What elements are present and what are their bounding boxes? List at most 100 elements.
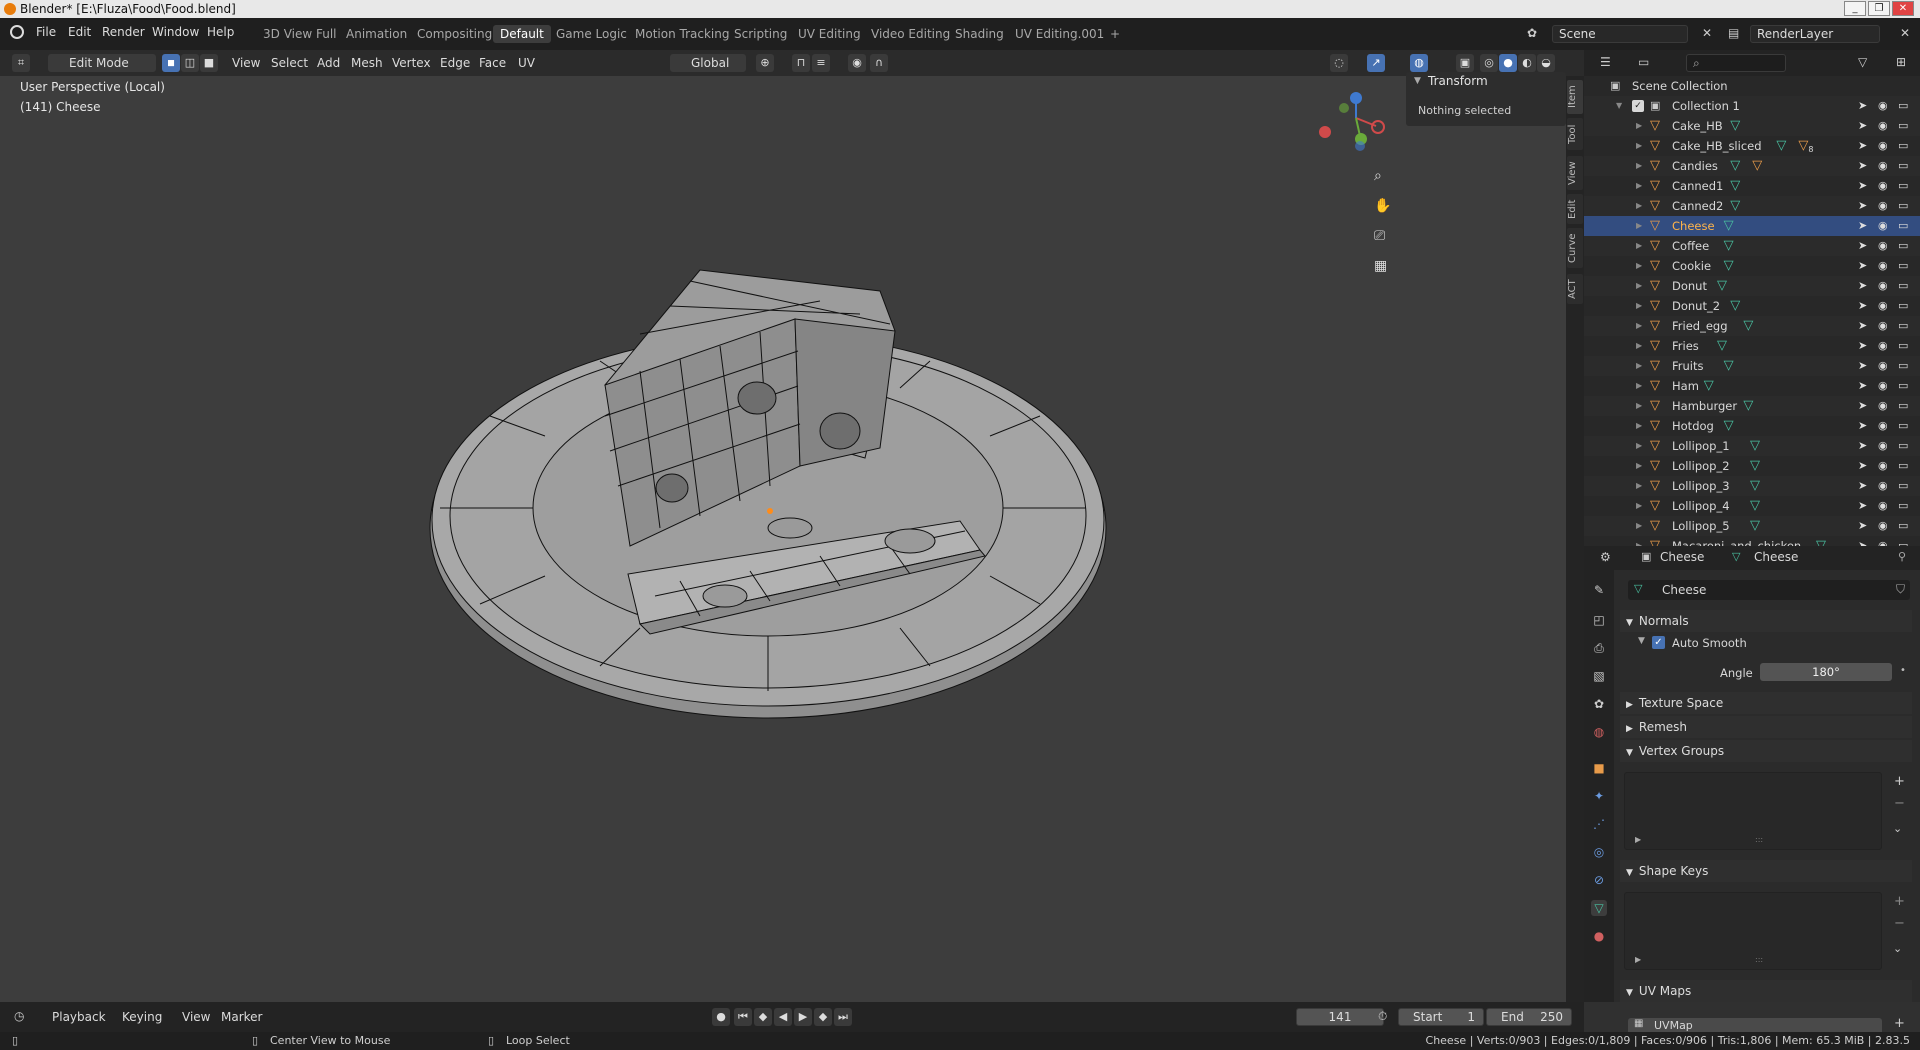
monitor-icon[interactable]: ▭	[1898, 196, 1908, 216]
add-workspace-button[interactable]: +	[1103, 25, 1127, 43]
editor-type-icon[interactable]: ⌗	[12, 54, 30, 72]
eye-icon[interactable]: ◉	[1878, 376, 1888, 396]
tool-tab-icon[interactable]: ✎	[1591, 582, 1607, 598]
mesh-data-icon[interactable]: ▽	[1776, 139, 1788, 152]
collection-checkbox[interactable]: ✓	[1632, 100, 1644, 112]
close-window-button[interactable]: ✕	[1892, 1, 1914, 16]
material-icon[interactable]: ▽	[1752, 159, 1764, 172]
mesh-data-icon[interactable]: ▽	[1750, 459, 1762, 472]
monitor-icon[interactable]: ▭	[1898, 216, 1908, 236]
material-tab-icon[interactable]: ●	[1591, 928, 1607, 944]
expand-triangle-icon[interactable]: ▶	[1636, 516, 1642, 536]
tab-3d-view-full[interactable]: 3D View Full	[256, 25, 344, 43]
play-icon[interactable]: ▶	[794, 1008, 812, 1026]
end-frame-field[interactable]: End 250	[1486, 1008, 1572, 1026]
monitor-icon[interactable]: ▭	[1898, 396, 1908, 416]
expand-triangle-icon[interactable]: ▶	[1636, 436, 1642, 456]
face-select-icon[interactable]: ■	[200, 54, 218, 72]
select-arrow-icon[interactable]: ➤	[1858, 296, 1867, 316]
eye-icon[interactable]: ◉	[1878, 96, 1888, 116]
eye-icon[interactable]: ◉	[1878, 496, 1888, 516]
select-arrow-icon[interactable]: ➤	[1858, 316, 1867, 336]
menu-face[interactable]: Face	[479, 56, 506, 70]
world-tab-icon[interactable]: ◍	[1591, 724, 1607, 740]
tab-uv-editing-001[interactable]: UV Editing.001	[1008, 25, 1111, 43]
select-arrow-icon[interactable]: ➤	[1858, 96, 1867, 116]
outliner-item-candies[interactable]: ▶ ▽ Candies ▽ ▽ ➤ ◉ ▭	[1584, 156, 1920, 176]
expand-triangle-icon[interactable]: ▶	[1636, 216, 1642, 236]
outliner-item-fruits[interactable]: ▶ ▽ Fruits ▽ ➤ ◉ ▭	[1584, 356, 1920, 376]
menu-view[interactable]: View	[232, 56, 260, 70]
eye-icon[interactable]: ◉	[1878, 276, 1888, 296]
tab-video-editing[interactable]: Video Editing	[864, 25, 957, 43]
expand-triangle-icon[interactable]: ▶	[1636, 316, 1642, 336]
menu-select[interactable]: Select	[271, 56, 308, 70]
monitor-icon[interactable]: ▭	[1898, 296, 1908, 316]
physics-tab-icon[interactable]: ◎	[1591, 844, 1607, 860]
eye-icon[interactable]: ◉	[1878, 476, 1888, 496]
menu-keying[interactable]: Keying	[122, 1010, 162, 1024]
modifier-tab-icon[interactable]: ✦	[1591, 788, 1607, 804]
jump-start-icon[interactable]: ⏮	[734, 1008, 752, 1026]
monitor-icon[interactable]: ▭	[1898, 376, 1908, 396]
rendered-shading-icon[interactable]: ◒	[1537, 54, 1555, 72]
monitor-icon[interactable]: ▭	[1898, 336, 1908, 356]
select-arrow-icon[interactable]: ➤	[1858, 456, 1867, 476]
eye-icon[interactable]: ◉	[1878, 456, 1888, 476]
ortho-grid-icon[interactable]: ▦	[1374, 258, 1392, 276]
mesh-data-icon[interactable]: ▽	[1724, 259, 1736, 272]
tab-compositing[interactable]: Compositing	[410, 25, 499, 43]
remove-vertex-group-icon[interactable]: −	[1894, 796, 1905, 811]
expand-triangle-icon[interactable]: ▶	[1636, 336, 1642, 356]
mesh-data-icon[interactable]: ▽	[1730, 199, 1742, 212]
shape-key-menu-icon[interactable]: ⌄	[1893, 942, 1902, 955]
select-arrow-icon[interactable]: ➤	[1858, 376, 1867, 396]
outliner-item-donut[interactable]: ▶ ▽ Donut ▽ ➤ ◉ ▭	[1584, 276, 1920, 296]
auto-smooth-triangle-icon[interactable]: ▼	[1638, 636, 1645, 646]
select-arrow-icon[interactable]: ➤	[1858, 136, 1867, 156]
eye-icon[interactable]: ◉	[1878, 116, 1888, 136]
menu-vertex[interactable]: Vertex	[392, 56, 431, 70]
collapse-triangle-icon[interactable]: ▼	[1414, 76, 1421, 86]
expand-triangle-icon[interactable]: ▶	[1636, 256, 1642, 276]
outliner-item-fries[interactable]: ▶ ▽ Fries ▽ ➤ ◉ ▭	[1584, 336, 1920, 356]
display-mode-icon[interactable]: ▭	[1638, 55, 1649, 69]
next-keyframe-icon[interactable]: ◆	[814, 1008, 832, 1026]
eye-icon[interactable]: ◉	[1878, 516, 1888, 536]
expand-triangle-icon[interactable]: ▶	[1636, 236, 1642, 256]
list-options-triangle-icon[interactable]: ▶	[1635, 955, 1641, 964]
menu-uv[interactable]: UV	[518, 56, 535, 70]
fake-user-shield-icon[interactable]: ⛉	[1896, 582, 1905, 597]
outliner-item-coffee[interactable]: ▶ ▽ Coffee ▽ ➤ ◉ ▭	[1584, 236, 1920, 256]
eye-icon[interactable]: ◉	[1878, 396, 1888, 416]
tab-curve[interactable]: Curve	[1567, 228, 1583, 268]
menu-window[interactable]: Window	[152, 25, 199, 39]
eye-icon[interactable]: ◉	[1878, 156, 1888, 176]
monitor-icon[interactable]: ▭	[1898, 136, 1908, 156]
outliner-item-hamburger[interactable]: ▶ ▽ Hamburger ▽ ➤ ◉ ▭	[1584, 396, 1920, 416]
eye-icon[interactable]: ◉	[1878, 176, 1888, 196]
record-icon[interactable]: ●	[712, 1008, 730, 1026]
outliner-item-cookie[interactable]: ▶ ▽ Cookie ▽ ➤ ◉ ▭	[1584, 256, 1920, 276]
outliner-item-cheese[interactable]: ▶ ▽ Cheese ▽ ➤ ◉ ▭	[1584, 216, 1920, 236]
menu-edit[interactable]: Edit	[68, 25, 91, 39]
close-renderlayer-icon[interactable]: ✕	[1900, 26, 1910, 40]
tab-view[interactable]: View	[1567, 156, 1583, 190]
outliner-search-input[interactable]: ⌕	[1686, 54, 1786, 72]
output-tab-icon[interactable]: ⎙	[1591, 640, 1607, 656]
mesh-data-icon[interactable]: ▽	[1730, 119, 1742, 132]
outliner-item-lollipop-1[interactable]: ▶ ▽ Lollipop_1 ▽ ➤ ◉ ▭	[1584, 436, 1920, 456]
eye-icon[interactable]: ◉	[1878, 416, 1888, 436]
mesh-data-icon[interactable]: ▽	[1730, 179, 1742, 192]
outliner-item-lollipop-4[interactable]: ▶ ▽ Lollipop_4 ▽ ➤ ◉ ▭	[1584, 496, 1920, 516]
menu-playback[interactable]: Playback	[52, 1010, 106, 1024]
particles-tab-icon[interactable]: ⋰	[1591, 816, 1607, 832]
menu-help[interactable]: Help	[207, 25, 234, 39]
zoom-icon[interactable]: ⌕	[1374, 168, 1392, 186]
mesh-data-icon[interactable]: ▽	[1724, 239, 1736, 252]
tab-uv-editing[interactable]: UV Editing	[791, 25, 868, 43]
play-reverse-icon[interactable]: ◀	[774, 1008, 792, 1026]
stopwatch-icon[interactable]: ⏱	[1378, 1009, 1387, 1024]
mesh-name-field[interactable]: ▽ Cheese	[1628, 580, 1910, 600]
select-arrow-icon[interactable]: ➤	[1858, 476, 1867, 496]
